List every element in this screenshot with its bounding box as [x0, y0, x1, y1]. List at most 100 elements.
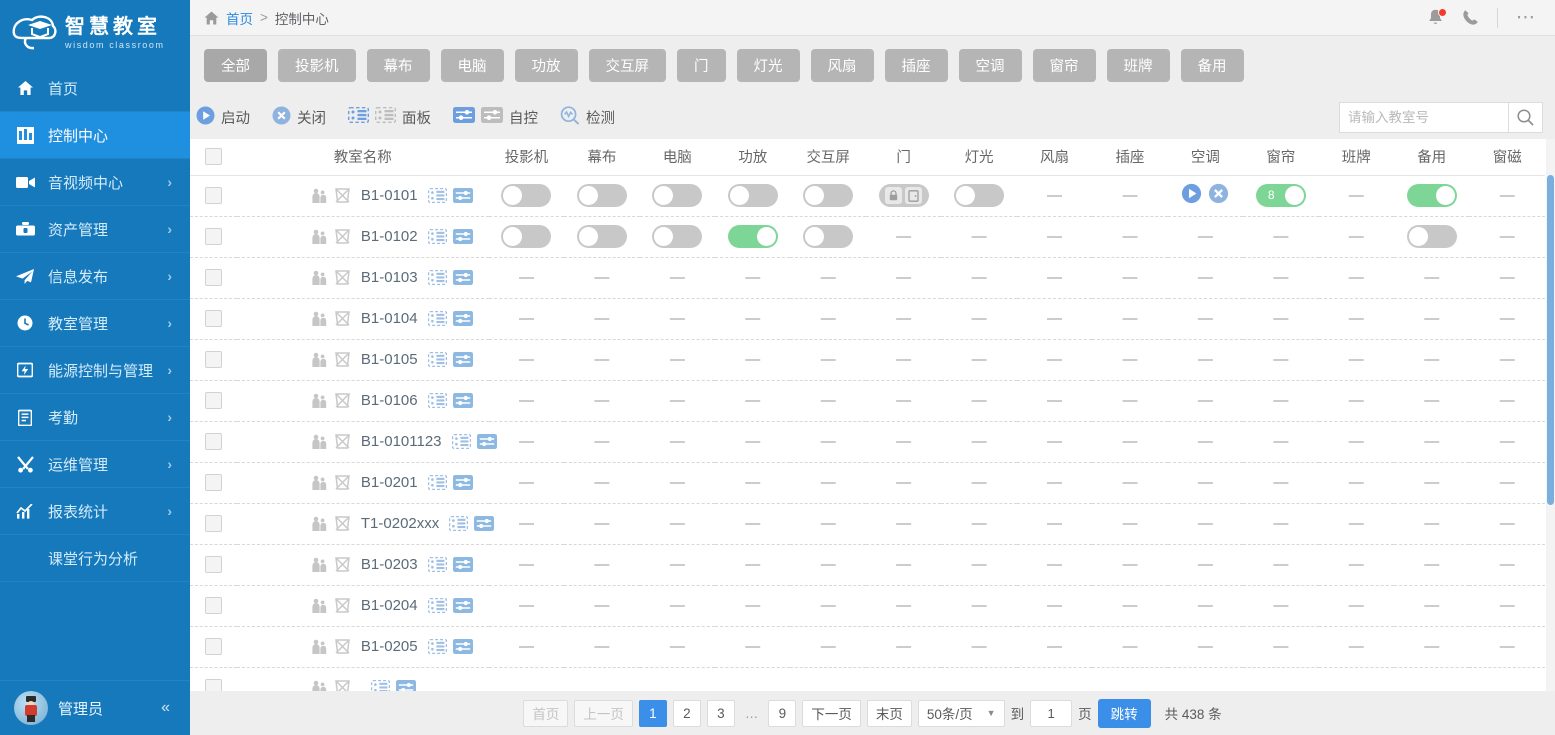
close-button[interactable]: 关闭 — [272, 106, 326, 129]
chip-curtain[interactable]: 窗帘 — [1033, 49, 1096, 82]
table-row[interactable]: B1-0101123—————————————— — [190, 421, 1545, 462]
row-checkbox[interactable] — [205, 638, 222, 655]
panel-icon[interactable] — [428, 311, 447, 326]
jump-button[interactable]: 跳转 — [1098, 699, 1151, 728]
device-toggle[interactable] — [954, 184, 1004, 207]
row-checkbox[interactable] — [205, 351, 222, 368]
sidebar-item-asset-mgmt[interactable]: 资产管理 › — [0, 206, 190, 253]
table-row[interactable]: B1-0203—————————————— — [190, 544, 1545, 585]
pagination-first[interactable]: 首页 — [523, 700, 568, 727]
device-toggle[interactable] — [728, 184, 778, 207]
auto-control-icon[interactable] — [453, 188, 473, 203]
table-scrollbar[interactable] — [1546, 139, 1555, 691]
detect-button[interactable]: 检测 — [560, 106, 615, 129]
sidebar-item-control-center[interactable]: 控制中心 — [0, 112, 190, 159]
panel-icon[interactable] — [428, 188, 447, 203]
row-checkbox[interactable] — [205, 474, 222, 491]
table-row[interactable]: B1-0102———————— — [190, 216, 1545, 257]
chip-spare[interactable]: 备用 — [1181, 49, 1244, 82]
auto-control-icon[interactable] — [453, 311, 473, 326]
pagination-page-last[interactable]: 9 — [768, 700, 796, 727]
search-input[interactable] — [1348, 110, 1500, 125]
sidebar-item-reports[interactable]: 报表统计 › — [0, 488, 190, 535]
auto-control-button[interactable]: 自控 — [453, 107, 538, 128]
chip-interactive-display[interactable]: 交互屏 — [589, 49, 667, 82]
auto-control-icon[interactable] — [453, 393, 473, 408]
panel-icon[interactable] — [428, 557, 447, 572]
start-button[interactable]: 启动 — [196, 106, 250, 129]
device-toggle[interactable] — [577, 184, 627, 207]
device-toggle[interactable] — [803, 225, 853, 248]
sidebar-item-av-center[interactable]: 音视频中心 › — [0, 159, 190, 206]
ac-start-icon[interactable] — [1181, 183, 1202, 204]
chip-class-board[interactable]: 班牌 — [1107, 49, 1170, 82]
panel-icon[interactable] — [452, 434, 471, 449]
panel-icon[interactable] — [371, 680, 390, 691]
chip-computer[interactable]: 电脑 — [441, 49, 504, 82]
row-checkbox[interactable] — [205, 556, 222, 573]
row-checkbox[interactable] — [205, 228, 222, 245]
panel-icon[interactable] — [428, 393, 447, 408]
chip-air-conditioner[interactable]: 空调 — [959, 49, 1022, 82]
auto-control-icon[interactable] — [453, 557, 473, 572]
select-all-checkbox[interactable] — [205, 148, 222, 165]
sidebar-item-behavior-analysis[interactable]: 课堂行为分析 — [0, 535, 190, 582]
device-toggle[interactable] — [803, 184, 853, 207]
table-row[interactable]: B1-0205—————————————— — [190, 626, 1545, 667]
panel-icon-inactive[interactable] — [375, 107, 396, 127]
search-button[interactable] — [1509, 102, 1543, 133]
auto-control-icon[interactable] — [477, 434, 497, 449]
auto-control-icon[interactable] — [453, 639, 473, 654]
panel-icon[interactable] — [428, 229, 447, 244]
table-row[interactable]: T1-0202xxx—————————————— — [190, 503, 1545, 544]
chip-amplifier[interactable]: 功放 — [515, 49, 578, 82]
chip-projector[interactable]: 投影机 — [278, 49, 356, 82]
double-chevron-left-icon[interactable]: « — [161, 699, 170, 717]
ac-stop-icon[interactable] — [1208, 183, 1229, 204]
panel-icon[interactable] — [428, 352, 447, 367]
device-toggle[interactable] — [577, 225, 627, 248]
panel-icon[interactable] — [428, 270, 447, 285]
chip-fan[interactable]: 风扇 — [811, 49, 874, 82]
auto-control-icon[interactable] — [474, 516, 494, 531]
panel-icon[interactable] — [428, 598, 447, 613]
device-toggle[interactable]: 8 — [1256, 184, 1306, 207]
panel-icon[interactable] — [428, 475, 447, 490]
pagination-page-2[interactable]: 2 — [673, 700, 701, 727]
device-toggle[interactable] — [1407, 184, 1457, 207]
sidebar-user[interactable]: 管理员 « — [0, 680, 190, 735]
chip-all[interactable]: 全部 — [204, 49, 267, 82]
pagination-end[interactable]: 末页 — [867, 700, 912, 727]
row-checkbox[interactable] — [205, 515, 222, 532]
sidebar-item-attendance[interactable]: 考勤 › — [0, 394, 190, 441]
sidebar-item-energy-mgmt[interactable]: 能源控制与管理 › — [0, 347, 190, 394]
pagination-prev[interactable]: 上一页 — [574, 700, 633, 727]
auto-control-icon[interactable] — [453, 229, 473, 244]
chip-light[interactable]: 灯光 — [737, 49, 800, 82]
sidebar-item-ops-mgmt[interactable]: 运维管理 › — [0, 441, 190, 488]
auto-control-icon[interactable] — [453, 270, 473, 285]
row-checkbox[interactable] — [205, 269, 222, 286]
table-row[interactable]: B1-0204—————————————— — [190, 585, 1545, 626]
row-checkbox[interactable] — [205, 187, 222, 204]
panel-icon[interactable] — [449, 516, 468, 531]
table-row[interactable] — [190, 667, 1545, 691]
device-toggle[interactable] — [728, 225, 778, 248]
device-toggle[interactable] — [501, 225, 551, 248]
door-icon[interactable] — [905, 187, 922, 204]
chip-door[interactable]: 门 — [677, 49, 726, 82]
sidebar-item-home[interactable]: 首页 — [0, 65, 190, 112]
row-checkbox[interactable] — [205, 433, 222, 450]
sliders-icon-inactive[interactable] — [481, 107, 503, 127]
table-row[interactable]: B1-0201—————————————— — [190, 462, 1545, 503]
table-row[interactable]: B1-0101——8—— — [190, 175, 1545, 216]
device-toggle[interactable] — [652, 225, 702, 248]
panel-button[interactable]: 面板 — [348, 107, 431, 128]
row-checkbox[interactable] — [205, 310, 222, 327]
table-row[interactable]: B1-0104—————————————— — [190, 298, 1545, 339]
bell-icon[interactable] — [1427, 9, 1444, 27]
chip-screen[interactable]: 幕布 — [367, 49, 430, 82]
page-size-select[interactable]: 50条/页 ▼ — [918, 700, 1005, 727]
table-scrollbar-thumb[interactable] — [1547, 175, 1554, 505]
table-row[interactable]: B1-0103—————————————— — [190, 257, 1545, 298]
